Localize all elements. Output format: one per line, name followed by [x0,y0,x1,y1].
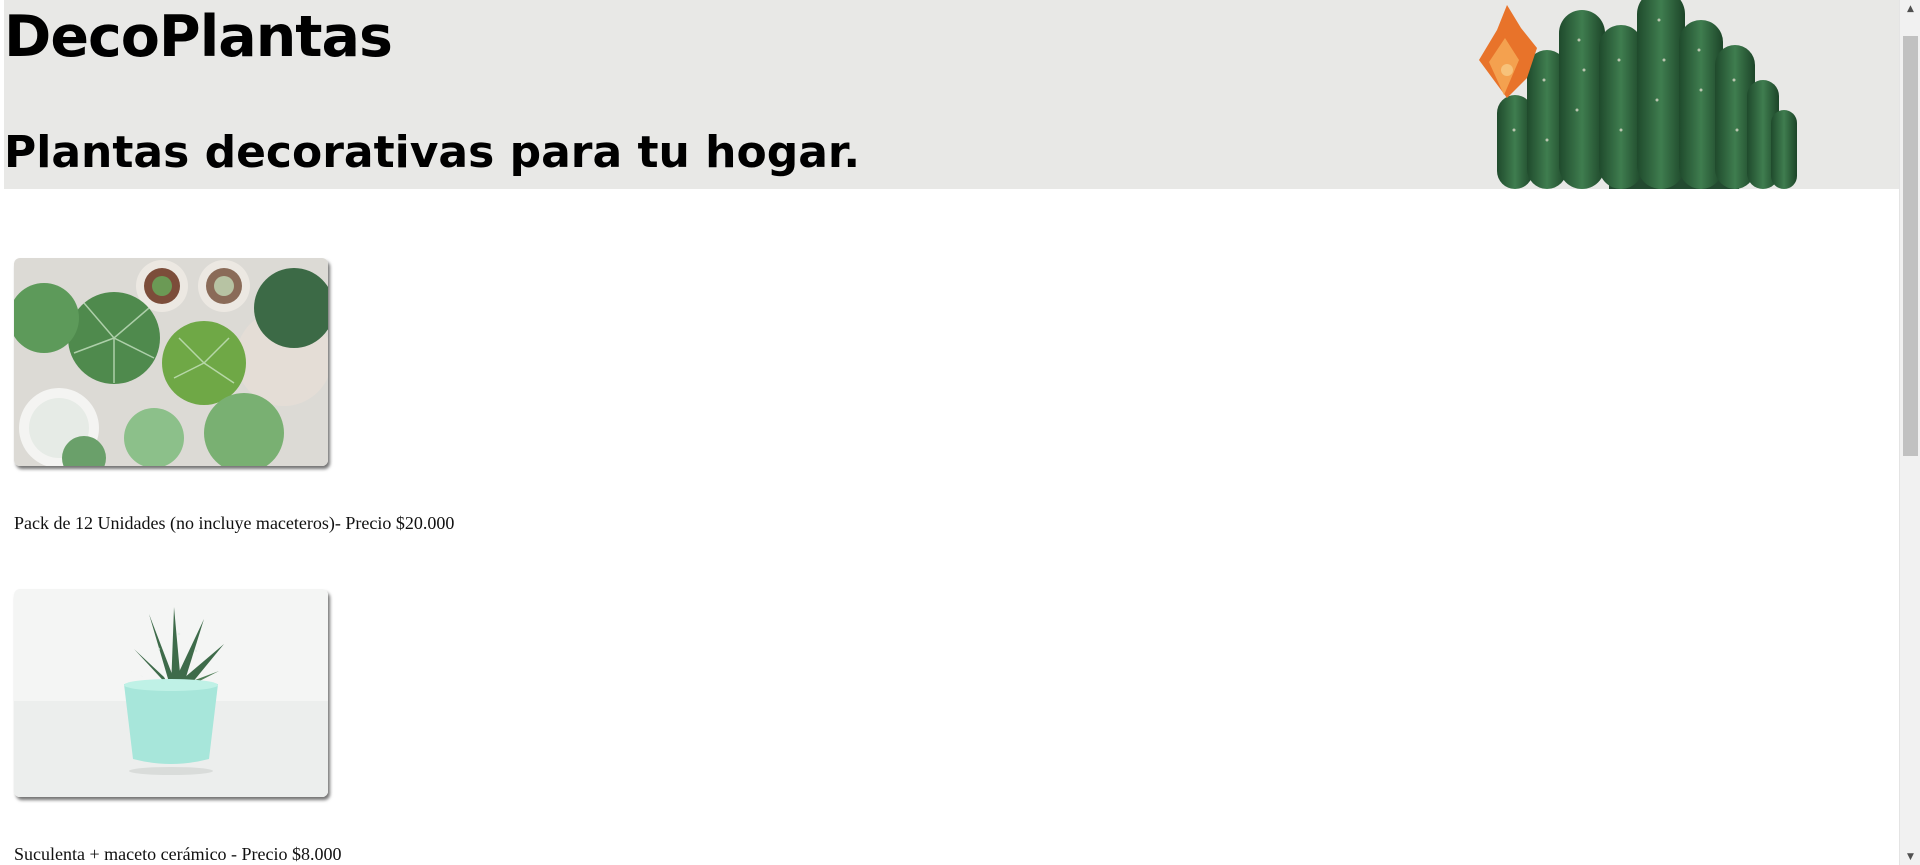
site-brand: DecoPlantas [4,4,393,70]
succulent-collection-photo[interactable] [14,258,328,466]
scroll-down-arrow-icon[interactable]: ▼ [1900,848,1920,865]
succulent-in-mint-pot-photo[interactable] [14,589,328,797]
product-caption: Pack de 12 Unidades (no incluye macetero… [14,513,455,533]
product-card: Suculenta + maceto cerámico - Precio $8.… [14,589,342,864]
site-header: DecoPlantas Plantas decorativas para tu … [4,0,1899,189]
product-card: Pack de 12 Unidades (no incluye macetero… [14,258,454,533]
product-caption: Suculenta + maceto cerámico - Precio $8.… [14,844,342,864]
scrollbar-thumb[interactable] [1903,36,1918,456]
vertical-scrollbar[interactable]: ▲ ▼ [1899,0,1920,865]
scroll-up-arrow-icon[interactable]: ▲ [1900,0,1920,17]
site-tagline: Plantas decorativas para tu hogar. [4,127,861,178]
page-viewport: DecoPlantas Plantas decorativas para tu … [0,0,1899,865]
flowering-cactus-image [1479,0,1797,189]
